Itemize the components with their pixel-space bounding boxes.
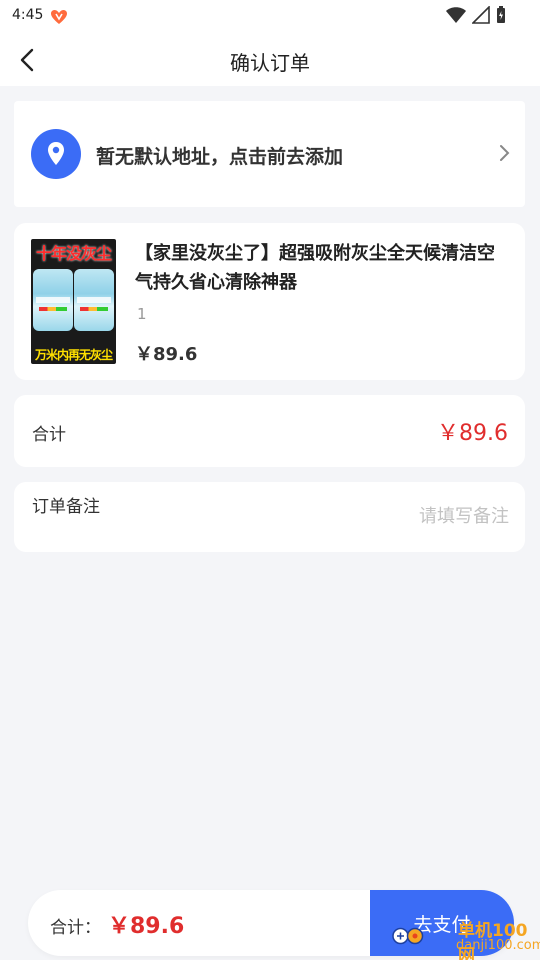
battery-icon <box>497 6 505 23</box>
watermark-logo-icon <box>392 927 424 945</box>
address-selector[interactable]: 暂无默认地址，点击前去添加 <box>14 101 525 207</box>
product-image-caption-top: 十年没灰尘 <box>35 244 112 263</box>
status-time: 4:45 <box>12 7 44 23</box>
product-price: ￥89.6 <box>135 344 198 365</box>
address-prompt: 暂无默认地址，点击前去添加 <box>96 146 344 168</box>
wifi-icon <box>446 7 466 23</box>
app-notification-icon <box>51 10 67 24</box>
product-card: 十年没灰尘 万米内再无灰尘 【家里没灰尘了】超强吸附灰尘全天候清洁空气持久省心清… <box>14 223 525 380</box>
status-icons <box>446 6 506 24</box>
page-title: 确认订单 <box>230 51 310 75</box>
order-remark-row: 订单备注 <box>14 482 525 552</box>
product-jar-left <box>33 269 73 331</box>
bottom-total-value: ￥89.6 <box>108 914 185 939</box>
remark-input[interactable] <box>249 502 509 530</box>
watermark: 单机100网 danji100.com <box>390 914 540 960</box>
product-quantity: 1 <box>137 305 147 323</box>
signal-icon <box>472 6 490 24</box>
location-pin-icon <box>31 129 81 179</box>
status-bar: 4:45 <box>0 0 540 34</box>
chevron-right-icon <box>500 145 510 161</box>
remark-label: 订单备注 <box>32 497 100 517</box>
product-name: 【家里没灰尘了】超强吸附灰尘全天候清洁空气持久省心清除神器 <box>135 243 495 293</box>
nav-bar: 确认订单 <box>0 34 540 86</box>
bottom-total-label: 合计： <box>50 918 101 938</box>
product-jar-right <box>74 269 114 331</box>
product-image-caption-bottom: 万米内再无灰尘 <box>34 348 113 362</box>
product-image: 十年没灰尘 万米内再无灰尘 <box>31 239 116 364</box>
total-label: 合计 <box>32 425 66 445</box>
total-value: ￥89.6 <box>437 421 508 446</box>
order-total-row: 合计 ￥89.6 <box>14 395 525 467</box>
watermark-url: danji100.com <box>456 938 540 953</box>
